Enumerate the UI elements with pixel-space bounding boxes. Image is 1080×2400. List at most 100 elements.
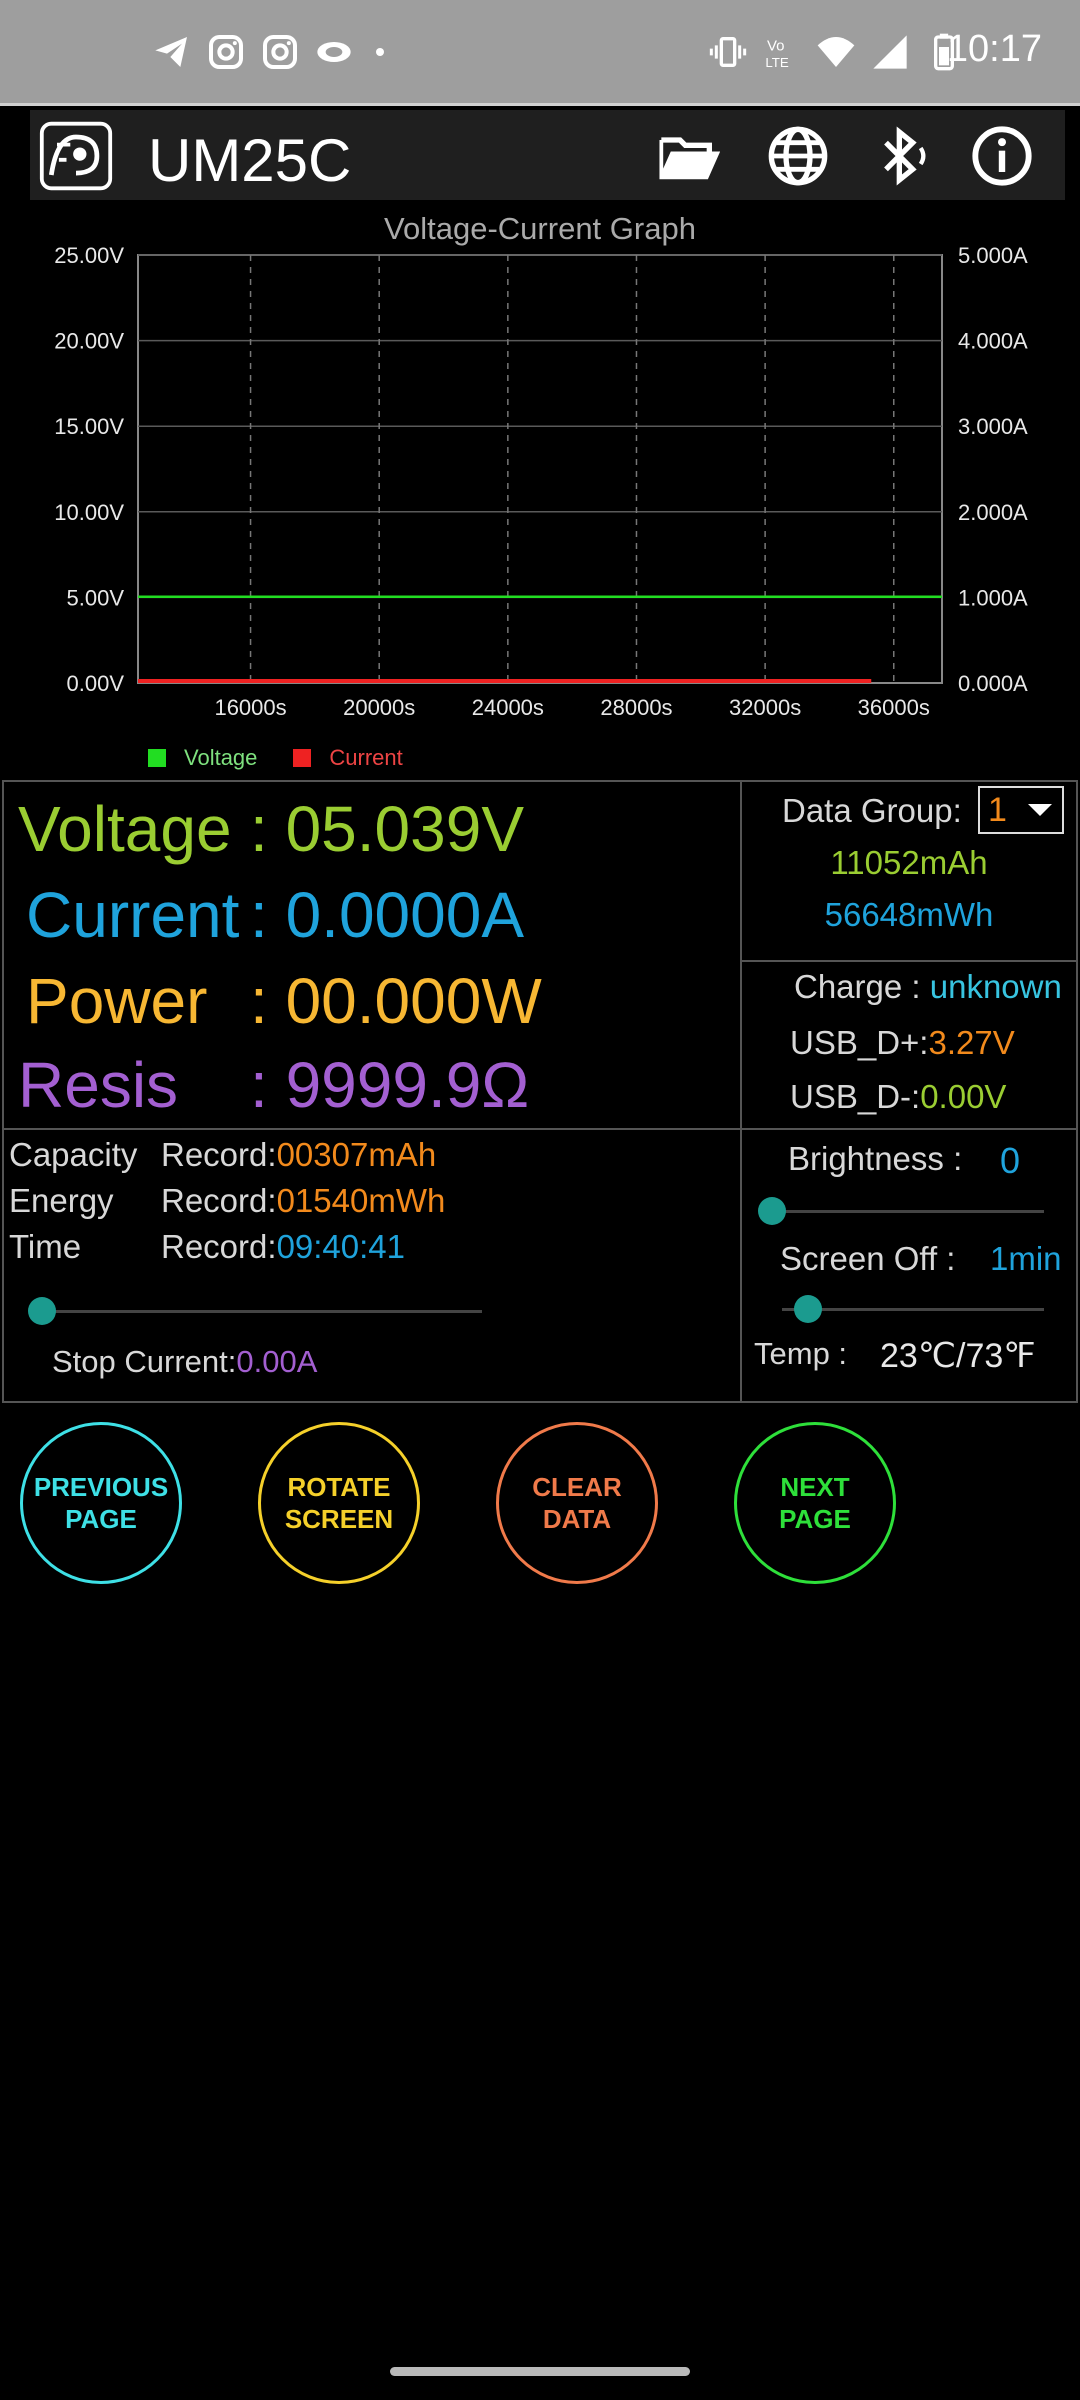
x-axis: 16000s 20000s 24000s 28000s 32000s 36000s — [214, 695, 929, 720]
legend-label-current: Current — [329, 745, 403, 770]
wifi-icon — [817, 37, 855, 67]
voltage-current-chart: Voltage-Current Graph 0.00V 5.00V 10.00V 15… — [0, 205, 1080, 775]
stop-current-row: Stop Current:0.00A — [52, 1344, 317, 1380]
notification-icons — [152, 30, 406, 74]
time-key: Time — [9, 1228, 82, 1265]
stop-current-slider-track[interactable] — [42, 1310, 482, 1313]
charge-row: Charge : unknown — [794, 968, 1062, 1006]
y-left-tick-label: 10.00V — [54, 500, 124, 525]
system-icons: Vo LTE — [708, 30, 978, 74]
resis-value: : 9999.9Ω — [250, 1049, 530, 1121]
y-right-axis: 0.000A 1.000A 2.000A 3.000A 4.000A 5.000A — [958, 243, 1028, 696]
current-label: Current — [26, 879, 240, 951]
status-time: 10:17 — [946, 28, 1042, 70]
app-title: UM25C — [148, 127, 352, 194]
x-tick-label: 16000s — [214, 695, 286, 720]
energy-rec: Record: — [161, 1182, 277, 1219]
screen-off-slider-thumb[interactable] — [794, 1295, 823, 1323]
chart-svg: Voltage-Current Graph 0.00V 5.00V 10.00V 15… — [54, 211, 1028, 720]
stop-current-label: Stop Current: — [52, 1344, 237, 1379]
charge-label: Charge : — [794, 968, 921, 1005]
usb-dp-label: USB_D+: — [790, 1024, 929, 1061]
app-eye-icon — [317, 42, 351, 62]
temp-label: Temp : — [754, 1336, 848, 1371]
current-value: : 0.0000A — [250, 879, 524, 951]
energy-record-row: Energy Record:01540mWh — [9, 1182, 445, 1220]
status-bar: Vo LTE 10:17 — [0, 0, 1080, 106]
usb-dm-row: USB_D-:0.00V — [790, 1078, 1006, 1116]
screen-off-label: Screen Off : — [780, 1240, 956, 1277]
y-left-tick-label: 0.00V — [67, 671, 125, 696]
chevron-down-icon — [1028, 804, 1052, 816]
time-rec: Record: — [161, 1228, 277, 1265]
voltage-value: : 05.039V — [250, 793, 524, 865]
y-left-tick-label: 15.00V — [54, 414, 124, 439]
resis-reading: Resis : 9999.9Ω — [18, 1048, 529, 1122]
capacity-value: 00307mAh — [276, 1136, 437, 1173]
instagram-icon — [209, 35, 243, 69]
info-icon[interactable] — [970, 124, 1034, 188]
readings-panel: Voltage: 05.039V Current: 0.0000A Power:… — [2, 780, 742, 1130]
instagram-icon — [263, 35, 297, 69]
chart-series — [138, 595, 942, 683]
usb-dp-row: USB_D+:3.27V — [790, 1024, 1015, 1062]
rotate-screen-label: ROTATE SCREEN — [284, 1471, 394, 1535]
display-settings-panel: Brightness : 0 Screen Off : 1min Temp : … — [740, 1128, 1078, 1403]
capacity-key: Capacity — [9, 1136, 138, 1173]
previous-page-button[interactable]: PREVIOUS PAGE — [20, 1422, 182, 1584]
legend-swatch-voltage — [148, 749, 166, 767]
brightness-slider-track[interactable] — [772, 1210, 1044, 1213]
volte-icon: VoLTE — [765, 37, 789, 70]
data-group-label: Data Group: — [782, 792, 962, 829]
data-group-selected: 1 — [988, 790, 1007, 829]
y-right-tick-label: 0.000A — [958, 671, 1028, 696]
brightness-label: Brightness : — [788, 1140, 963, 1177]
y-right-tick-label: 1.000A — [958, 585, 1028, 610]
brightness-value: 0 — [1000, 1140, 1021, 1181]
folder-open-icon[interactable] — [656, 124, 720, 188]
screen-off-value: 1min — [990, 1240, 1062, 1277]
clear-data-label: CLEAR DATA — [532, 1471, 622, 1535]
telegram-icon — [155, 37, 187, 67]
home-indicator[interactable] — [390, 2367, 690, 2376]
record-panel: Capacity Record:00307mAh Energy Record:015… — [2, 1128, 742, 1403]
resis-label: Resis — [18, 1049, 179, 1121]
x-tick-label: 36000s — [858, 695, 930, 720]
rotate-screen-button[interactable]: ROTATE SCREEN — [258, 1422, 420, 1584]
y-left-tick-label: 5.00V — [67, 585, 125, 610]
clear-data-button[interactable]: CLEAR DATA — [496, 1422, 658, 1584]
y-right-tick-label: 5.000A — [958, 243, 1028, 268]
usb-dm-value: 0.00V — [920, 1078, 1007, 1115]
usb-dp-value: 3.27V — [928, 1024, 1015, 1061]
stop-current-value: 0.00A — [236, 1344, 318, 1379]
app-bar: UM25C — [30, 110, 1065, 200]
globe-icon[interactable] — [766, 124, 830, 188]
x-tick-label: 32000s — [729, 695, 801, 720]
y-left-tick-label: 20.00V — [54, 329, 124, 354]
legend-swatch-current — [293, 749, 312, 767]
time-record-row: Time Record:09:40:41 — [9, 1228, 405, 1266]
next-page-button[interactable]: NEXT PAGE — [734, 1422, 896, 1584]
stop-current-slider-thumb[interactable] — [28, 1297, 56, 1325]
chart-legend: Voltage Current — [148, 745, 403, 771]
signal-icon — [873, 35, 907, 69]
legend-label-voltage: Voltage — [184, 745, 258, 770]
y-left-axis: 0.00V 5.00V 10.00V 15.00V 20.00V 25.00V — [54, 243, 124, 696]
data-group-panel: Data Group: 1 11052mAh 56648mWh — [740, 780, 1078, 962]
next-page-label: NEXT PAGE — [779, 1471, 851, 1535]
data-group-mah: 11052mAh — [830, 844, 988, 881]
data-group-mwh: 56648mWh — [824, 896, 994, 933]
y-left-tick-label: 25.00V — [54, 243, 124, 268]
data-group-select[interactable]: 1 — [978, 786, 1064, 834]
brightness-slider-thumb[interactable] — [758, 1197, 786, 1225]
x-tick-label: 24000s — [472, 695, 544, 720]
charge-value: unknown — [929, 968, 1062, 1005]
time-value: 09:40:41 — [276, 1228, 406, 1265]
dot-icon — [376, 48, 384, 56]
previous-page-label: PREVIOUS PAGE — [33, 1471, 169, 1535]
temp-value: 23℃/73℉ — [880, 1337, 1036, 1375]
bluetooth-icon[interactable] — [870, 124, 934, 188]
capacity-record-row: Capacity Record:00307mAh — [9, 1136, 436, 1174]
y-right-tick-label: 2.000A — [958, 500, 1028, 525]
capacity-rec: Record: — [161, 1136, 277, 1173]
